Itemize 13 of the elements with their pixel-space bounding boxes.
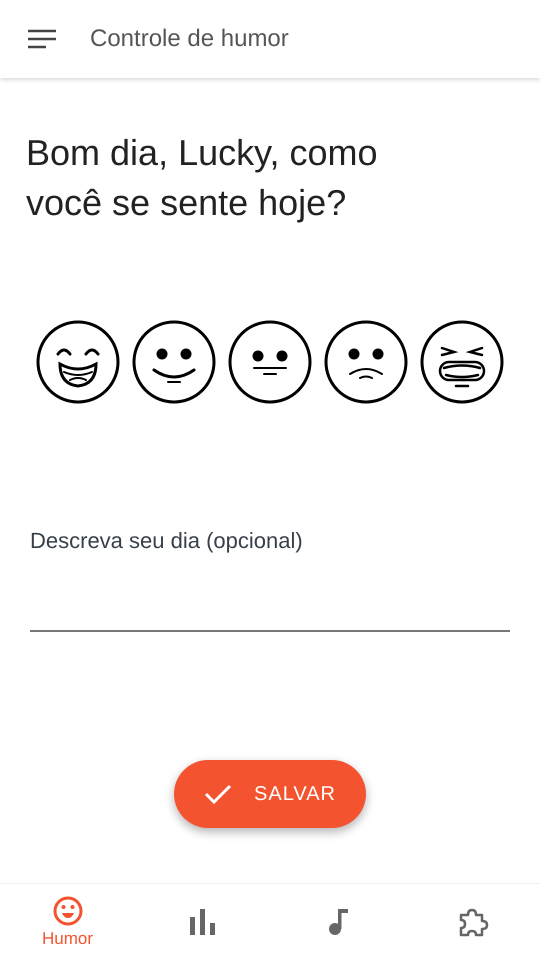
- smiley-icon: [52, 895, 84, 927]
- crying-face-button[interactable]: [420, 320, 504, 404]
- smiling-face-button[interactable]: [132, 320, 216, 404]
- save-button[interactable]: SALVAR: [174, 760, 366, 828]
- laughing-face-button[interactable]: [36, 320, 120, 404]
- sad-face-button[interactable]: [324, 320, 408, 404]
- menu-icon[interactable]: [28, 29, 56, 49]
- nav-tab[interactable]: Humor: [0, 884, 135, 960]
- greeting: Bom dia, Lucky, como você se sente hoje?: [26, 131, 378, 225]
- bar-chart-icon: [188, 907, 218, 937]
- checkmark-icon: [204, 783, 232, 805]
- neutral-face-button[interactable]: [228, 320, 312, 404]
- app-title: Controle de humor: [90, 25, 289, 53]
